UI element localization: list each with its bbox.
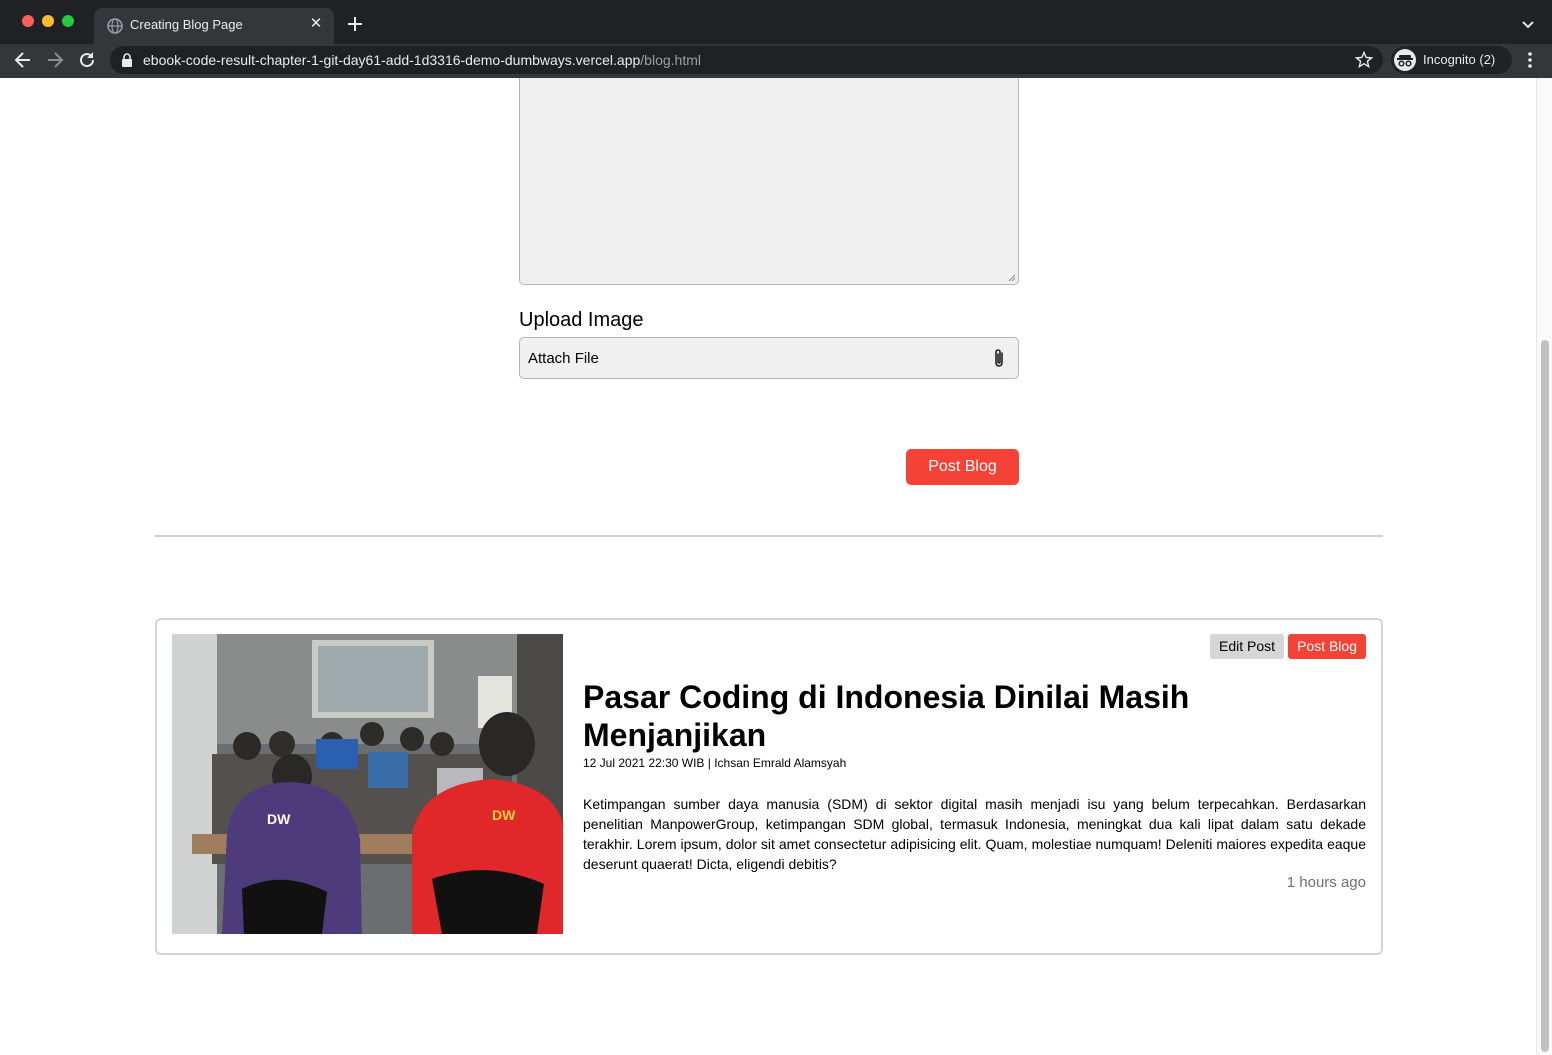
edit-post-button[interactable]: Edit Post xyxy=(1210,634,1285,659)
star-icon[interactable] xyxy=(1355,51,1373,69)
blog-content-textarea[interactable] xyxy=(519,78,1019,285)
incognito-label: Incognito (2) xyxy=(1423,52,1496,67)
card-actions: Edit Post Post Blog xyxy=(1210,634,1366,659)
kebab-menu-icon[interactable] xyxy=(1521,50,1539,70)
blog-image: DW DW xyxy=(172,634,563,934)
paperclip-icon xyxy=(995,349,1003,367)
blog-card: DW DW Edit Post Post Blog Pasar Coding di… xyxy=(155,618,1383,955)
window-close-button[interactable] xyxy=(22,15,34,27)
upload-image-label: Upload Image xyxy=(519,309,644,331)
incognito-icon xyxy=(1394,49,1416,71)
url-host: ebook-code-result-chapter-1-git-day61-ad… xyxy=(143,52,641,68)
card-post-blog-button[interactable]: Post Blog xyxy=(1288,634,1366,659)
blog-body: Ketimpangan sumber daya manusia (SDM) di… xyxy=(583,796,1366,872)
tab-title: Creating Blog Page xyxy=(130,17,243,32)
window-minimize-button[interactable] xyxy=(42,15,54,27)
resize-grip-icon[interactable] xyxy=(1008,274,1016,282)
svg-text:DW: DW xyxy=(492,807,516,823)
attach-file-placeholder: Attach File xyxy=(528,350,599,367)
arrow-right-icon[interactable] xyxy=(45,50,65,70)
blog-meta: 12 Jul 2021 22:30 WIB | Ichsan Emrald Al… xyxy=(583,756,847,770)
globe-icon xyxy=(107,18,123,34)
url-path: /blog.html xyxy=(640,52,701,68)
post-blog-button[interactable]: Post Blog xyxy=(906,449,1019,485)
chevron-down-icon[interactable] xyxy=(1519,15,1537,33)
incognito-badge[interactable]: Incognito (2) xyxy=(1391,46,1512,74)
window-zoom-button[interactable] xyxy=(62,15,74,27)
attach-file-input[interactable]: Attach File xyxy=(519,337,1019,379)
url-text: ebook-code-result-chapter-1-git-day61-ad… xyxy=(143,52,701,68)
address-bar[interactable]: ebook-code-result-chapter-1-git-day61-ad… xyxy=(110,46,1383,74)
lock-icon xyxy=(122,53,132,67)
svg-text:DW: DW xyxy=(267,811,291,827)
arrow-left-icon[interactable] xyxy=(13,50,33,70)
plus-icon[interactable] xyxy=(344,13,366,35)
browser-chrome: Creating Blog Page ✕ ebook-code-result-c… xyxy=(0,0,1552,78)
reload-icon[interactable] xyxy=(77,50,97,70)
post-time-ago: 1 hours ago xyxy=(1286,874,1366,891)
section-divider xyxy=(155,535,1383,537)
tab-strip: Creating Blog Page ✕ xyxy=(0,0,1552,44)
page-viewport: Upload Image Attach File Post Blog DW DW… xyxy=(0,78,1536,1055)
scrollbar-thumb[interactable] xyxy=(1541,340,1549,1052)
browser-tab[interactable]: Creating Blog Page ✕ xyxy=(94,8,334,44)
vertical-scrollbar[interactable] xyxy=(1536,78,1552,1055)
close-icon[interactable]: ✕ xyxy=(306,14,326,34)
blog-title[interactable]: Pasar Coding di Indonesia Dinilai Masih … xyxy=(583,678,1368,754)
